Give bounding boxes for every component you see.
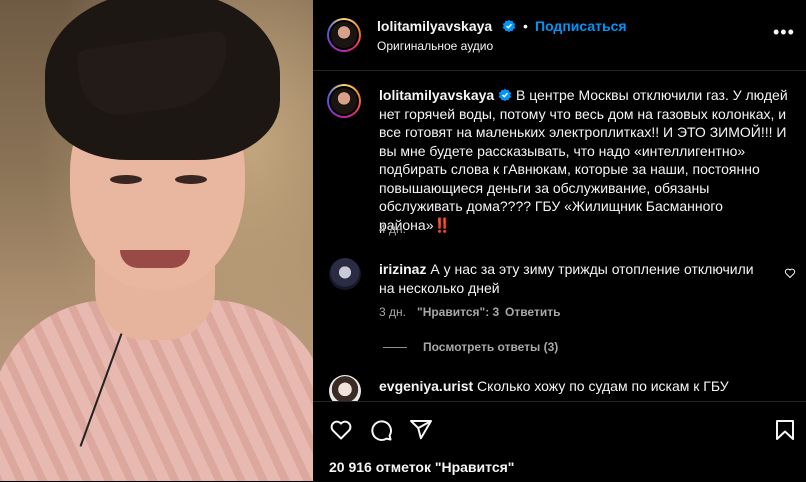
post-header: lolitamilyavskaya • Подписаться Оригинал… [313, 0, 806, 71]
verified-badge-icon [498, 88, 512, 102]
comment-text: Сколько хожу по судам по искам к ГБУ [477, 378, 729, 394]
verified-badge-icon [502, 19, 516, 33]
reel-video[interactable] [0, 0, 313, 481]
comment-avatar[interactable] [329, 258, 361, 290]
author-username[interactable]: lolitamilyavskaya [377, 18, 492, 34]
share-icon[interactable] [409, 418, 433, 442]
comment-username[interactable]: irizinaz [379, 261, 426, 277]
replies-divider [383, 347, 407, 348]
bookmark-icon[interactable] [773, 418, 797, 442]
comment-avatar[interactable] [329, 375, 361, 401]
caption-author-avatar[interactable] [327, 84, 361, 118]
audio-link[interactable]: Оригинальное аудио [377, 39, 493, 53]
comment-body: irizinaz А у нас за эту зиму трижды отоп… [379, 260, 769, 298]
caption-timestamp[interactable]: 4 дн. [379, 222, 406, 236]
comment-timestamp[interactable]: 3 дн. [379, 305, 406, 319]
video-person-mouth [120, 250, 190, 268]
caption-username[interactable]: lolitamilyavskaya [379, 87, 494, 103]
comment-body: evgeniya.urist Сколько хожу по судам по … [379, 377, 769, 396]
post-caption: lolitamilyavskaya В центре Москвы отключ… [379, 86, 789, 234]
reply-button[interactable]: Ответить [505, 305, 560, 319]
video-person-eye [110, 175, 142, 184]
header-separator: • [523, 18, 528, 34]
video-person-eye [175, 175, 207, 184]
likes-count[interactable]: 20 916 отметок "Нравится" [329, 459, 514, 475]
follow-button[interactable]: Подписаться [535, 18, 627, 34]
heart-icon[interactable] [329, 418, 353, 442]
comment-likes-count[interactable]: "Нравится": 3 [417, 305, 499, 319]
comments-scroll-area[interactable]: lolitamilyavskaya В центре Москвы отключ… [313, 71, 806, 401]
post-actions-bar: 20 916 отметок "Нравится" [313, 401, 806, 482]
double-exclamation-emoji: ‼️ [433, 216, 451, 233]
caption-text: В центре Москвы отключили газ. У людей н… [379, 87, 788, 233]
more-options-icon[interactable]: ••• [773, 22, 795, 43]
view-replies-button[interactable]: Посмотреть ответы (3) [423, 340, 558, 354]
comment-username[interactable]: evgeniya.urist [379, 378, 473, 394]
author-avatar[interactable] [327, 18, 361, 52]
comment-heart-icon[interactable] [784, 267, 796, 279]
comment-text: А у нас за эту зиму трижды отопление отк… [379, 261, 754, 296]
post-side-panel: lolitamilyavskaya • Подписаться Оригинал… [313, 0, 806, 481]
comment-icon[interactable] [369, 418, 393, 442]
